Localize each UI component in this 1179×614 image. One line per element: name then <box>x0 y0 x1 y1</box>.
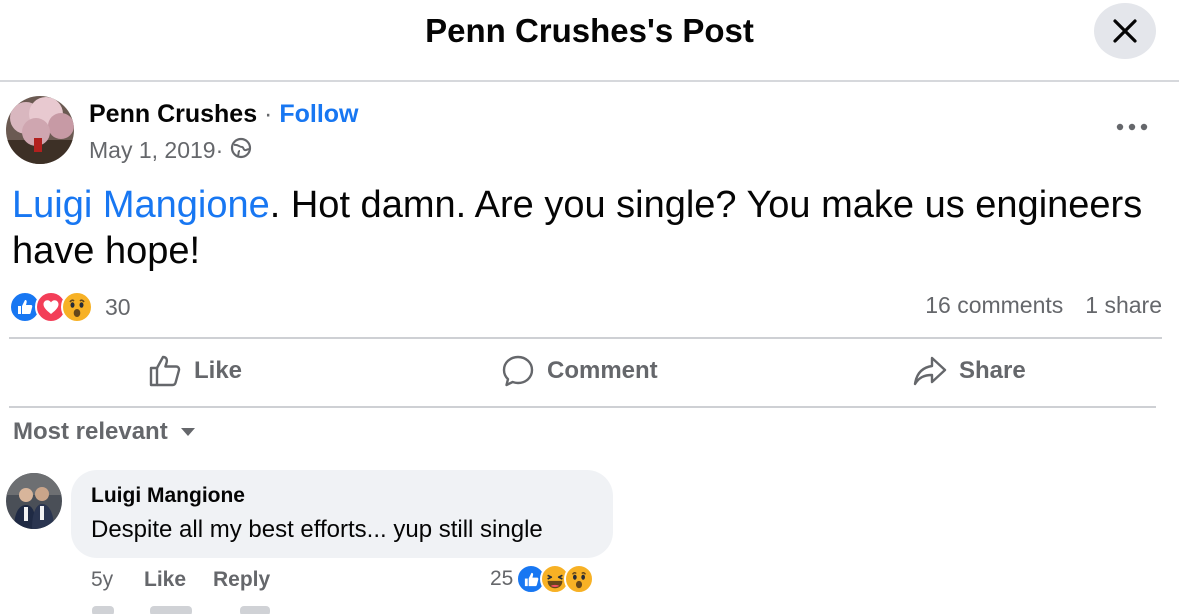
wow-icon <box>564 564 595 594</box>
close-icon <box>1113 19 1137 43</box>
post-meta: May 1, 2019 · <box>89 135 252 165</box>
comment-reply-button[interactable]: Reply <box>213 568 270 592</box>
next-row-fragment <box>240 606 270 614</box>
share-label: Share <box>959 357 1026 384</box>
commenter-avatar[interactable] <box>6 473 62 529</box>
wow-icon <box>61 291 93 323</box>
shares-count[interactable]: 1 share <box>1085 292 1162 319</box>
dialog-title: Penn Crushes's Post <box>425 12 754 49</box>
comment-timestamp[interactable]: 5y <box>91 568 113 592</box>
post-author-line: Penn Crushes · Follow <box>89 99 358 129</box>
commenter-name[interactable]: Luigi Mangione <box>91 484 245 508</box>
post-author-name[interactable]: Penn Crushes <box>89 100 257 128</box>
like-label: Like <box>194 357 243 384</box>
comment-label: Comment <box>547 357 658 384</box>
comment-bubble: Luigi Mangione Despite all my best effor… <box>71 470 613 558</box>
globe-icon <box>230 137 252 165</box>
comment-reactions[interactable]: 25 <box>490 564 595 594</box>
next-row-fragment <box>150 606 192 614</box>
post-date[interactable]: May 1, 2019 <box>89 136 216 164</box>
dialog-header: Penn Crushes's Post <box>0 0 1179 82</box>
close-button[interactable] <box>1094 3 1156 59</box>
share-icon <box>913 356 947 386</box>
reactions-summary[interactable]: 30 <box>9 290 131 324</box>
sort-label: Most relevant <box>13 418 168 445</box>
comments-count[interactable]: 16 comments <box>925 292 1063 319</box>
action-bar: Like Comment Share <box>9 340 1162 406</box>
divider <box>9 337 1162 339</box>
thumbs-up-icon <box>149 355 181 387</box>
reaction-count[interactable]: 30 <box>105 294 131 321</box>
more-options-button[interactable] <box>1112 114 1152 140</box>
share-button[interactable]: Share <box>913 354 1026 388</box>
next-row-fragment <box>92 606 114 614</box>
like-button[interactable]: Like <box>148 354 242 388</box>
comment-text: Despite all my best efforts... yup still… <box>91 516 543 543</box>
post-stats: 16 comments 1 share <box>925 292 1162 319</box>
comment-icon <box>502 355 534 387</box>
comment-sort-dropdown[interactable]: Most relevant <box>13 418 196 446</box>
page-avatar[interactable] <box>6 96 74 164</box>
caret-down-icon <box>180 428 195 436</box>
more-icon <box>1116 123 1148 131</box>
follow-button[interactable]: Follow <box>279 100 358 128</box>
date-separator: · <box>215 137 224 163</box>
mention-link[interactable]: Luigi Mangione <box>12 184 270 226</box>
divider <box>9 406 1156 408</box>
comment-button[interactable]: Comment <box>501 354 658 388</box>
comment-like-button[interactable]: Like <box>144 568 186 592</box>
post-text: Luigi Mangione. Hot damn. Are you single… <box>12 182 1162 274</box>
separator-dot: · <box>257 100 280 128</box>
comment-reaction-count: 25 <box>490 567 514 590</box>
